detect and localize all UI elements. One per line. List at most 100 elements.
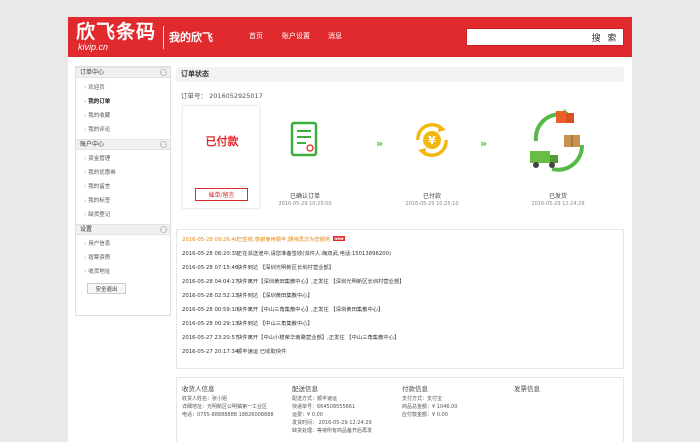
sidebar-group-title[interactable]: 订单中心 ︿ (76, 67, 170, 78)
log-text: 快件离开【中山三角集散中心】,正发往 【深圳黄田集散中心】 (237, 307, 384, 313)
info-line: 配送方式：顺丰速运 (292, 396, 338, 402)
document-icon (290, 121, 318, 157)
log-row: 2016-05-28 07:15:46快件到达 【深圳光明新区长圳村营业部】 (182, 261, 622, 275)
search-box: 搜 索 (466, 28, 624, 46)
nav-account-settings[interactable]: 账户设置 (282, 31, 310, 41)
header-bar: 欣飞条码 kivip.cn 我的欣飞 首页 账户设置 消息 搜 索 (68, 17, 632, 57)
sidebar-item-label: 欢迎页 (88, 85, 105, 91)
nav-home[interactable]: 首页 (249, 31, 263, 41)
chevron-right-icon: › (84, 198, 87, 204)
sidebar-item-messages[interactable]: › 我的留言 (84, 182, 110, 190)
sidebar-item-label: 增票资质 (88, 255, 111, 261)
sidebar-group-label: 设置 (80, 226, 93, 233)
sidebar-item-address[interactable]: › 收货地址 (84, 267, 110, 275)
order-info: 收货人信息 收货人姓名：张小姐 详细地址：光明新区公明镇第一工业区 电话：075… (176, 377, 624, 442)
sidebar-item-stockout[interactable]: › 缺货登记 (84, 210, 110, 218)
logout-button[interactable]: 安全退出 (87, 283, 126, 294)
sidebar-group-label: 账户中心 (80, 141, 105, 148)
sidebar-item-favorites[interactable]: › 我的收藏 (84, 111, 110, 119)
sidebar-item-label: 资金管理 (88, 156, 111, 162)
logo-text: 欣飞条码 (76, 21, 157, 43)
step-shipped: 已发货 2016-05-29 12:24:29 (526, 105, 590, 207)
info-title: 付款信息 (402, 385, 428, 393)
chevron-right-icon: › (84, 170, 87, 176)
sidebar-item-invoice-qualification[interactable]: › 增票资质 (84, 253, 110, 261)
section-title: 订单状态 (176, 67, 624, 82)
log-row: 2016-05-27 23:20:57快件离开【中山小榄荣华南路营业部】,正发往… (182, 331, 622, 345)
log-text: 正在派送途中,请您准备签收(派件人:梅双武,电话:15013896200) (237, 251, 392, 257)
sidebar-item-funds[interactable]: › 资金管理 (84, 154, 110, 162)
sidebar-group-title[interactable]: 设置 ︿ (76, 224, 170, 235)
sidebar-item-tags[interactable]: › 我的标签 (84, 196, 110, 204)
log-text: 快件离开【深圳黄田集散中心】,正发往 【深圳光明新区长圳村营业部】 (237, 279, 405, 285)
step-label: 已付款 (422, 193, 441, 200)
sidebar-item-label: 我的收藏 (88, 113, 111, 119)
log-time: 2016-05-28 08:20:39 (182, 251, 239, 257)
sidebar-item-label: 缺货登记 (88, 212, 111, 218)
shipping-log: 2016-05-28 09:26:40已签收,感谢使用顺丰,期待再次为您服务 ne… (176, 229, 624, 369)
sidebar-item-label: 收货地址 (88, 269, 111, 275)
log-text: 快件到达 【中山三角集散中心】 (237, 321, 313, 327)
header-divider (163, 26, 164, 49)
log-text: 快件离开【中山小榄荣华南路营业部】,正发往 【中山三角集散中心】 (237, 335, 400, 341)
step-time: 2016-05-29 12:24:29 (531, 201, 585, 207)
log-time: 2016-05-28 09:26:40 (182, 237, 239, 243)
info-title: 收货人信息 (182, 385, 215, 393)
log-time: 2016-05-28 00:29:13 (182, 321, 239, 327)
info-line: 详细地址：光明新区公明镇第一工业区 (182, 404, 268, 410)
sidebar-item-reviews[interactable]: › 我的评论 (84, 125, 110, 133)
sidebar-item-my-orders[interactable]: › 我的订单 (84, 97, 110, 105)
log-time: 2016-05-28 04:04:17 (182, 279, 239, 285)
step-time: 2016-05-29 10:25:00 (278, 201, 332, 207)
sidebar-item-user-info[interactable]: › 用户信息 (84, 239, 110, 247)
chevron-double-right-icon: » (376, 137, 383, 150)
info-line: 支付方式：支付宝 (402, 396, 443, 402)
sidebar-item-label: 我的标签 (88, 198, 111, 204)
log-time: 2016-05-27 20:17:34 (182, 349, 239, 355)
chevron-up-icon[interactable]: ︿ (160, 226, 167, 233)
chevron-up-icon[interactable]: ︿ (160, 141, 167, 148)
search-input[interactable] (467, 29, 587, 45)
log-time: 2016-05-28 07:15:46 (182, 265, 239, 271)
sidebar-group-account: 账户中心 ︿ (76, 139, 170, 150)
log-row: 2016-05-27 20:17:34顺丰速运 已收取快件 (182, 345, 622, 359)
log-time: 2016-05-27 23:20:57 (182, 335, 239, 341)
site-logo[interactable]: 欣飞条码 kivip.cn (76, 22, 156, 52)
status-text: 已付款 (205, 135, 239, 148)
info-line: 商品总金额：¥ 1046.00 (402, 404, 458, 410)
info-line: 发货时间： 2016-05-29 12:24:29 (292, 420, 372, 426)
log-text: 快件到达 【深圳黄田集散中心】 (237, 293, 313, 299)
log-row: 2016-05-28 00:29:13快件到达 【中山三角集散中心】 (182, 317, 622, 331)
sidebar-item-label: 我的优惠券 (88, 170, 116, 176)
order-number: 订单号： 2016052925017 (181, 92, 263, 100)
nav-messages[interactable]: 消息 (328, 31, 342, 41)
chevron-up-icon[interactable]: ︿ (160, 69, 167, 76)
yen-payment-icon: ¥ (416, 122, 448, 158)
info-title: 配送信息 (292, 385, 318, 393)
chevron-double-right-icon: » (480, 137, 487, 150)
logo-subtext: kivip.cn (78, 42, 109, 52)
log-row: 2016-05-28 04:04:17快件离开【深圳黄田集散中心】,正发往 【深… (182, 275, 622, 289)
step-label: 已确认订单 (289, 193, 320, 200)
search-button[interactable]: 搜 索 (587, 29, 623, 45)
sidebar: 订单中心 ︿ › 欢迎页 › 我的订单 › 我的收藏 › 我的评论 账户中心 ︿ › 资金管理… (75, 66, 171, 316)
sidebar-group-title[interactable]: 账户中心 ︿ (76, 139, 170, 150)
sidebar-item-welcome[interactable]: › 欢迎页 (84, 83, 105, 91)
log-time: 2016-05-28 02:52:13 (182, 293, 239, 299)
sidebar-item-coupons[interactable]: › 我的优惠券 (84, 168, 116, 176)
remind-message-button[interactable]: 催单/留言 (195, 188, 248, 201)
sidebar-group-settings: 设置 ︿ (76, 224, 170, 235)
log-row: 2016-05-28 00:59:10快件离开【中山三角集散中心】,正发往 【深… (182, 303, 622, 317)
info-line: 运费：¥ 0.00 (292, 412, 323, 418)
step-time: 2016-05-29 10:25:10 (405, 201, 459, 207)
chevron-right-icon: › (84, 255, 87, 261)
sidebar-group-orders: 订单中心 ︿ (76, 67, 170, 78)
info-title: 发票信息 (514, 385, 540, 393)
info-line: 应付款金额：¥ 0.00 (402, 412, 448, 418)
step-confirmed: 已确认订单 2016-05-29 10:25:00 (278, 121, 332, 207)
page-title: 我的欣飞 (169, 31, 213, 44)
sidebar-item-label: 我的评论 (88, 127, 111, 133)
step-paid: ¥ 已付款 2016-05-29 10:25:10 (405, 120, 459, 207)
page-frame: 欣飞条码 kivip.cn 我的欣飞 首页 账户设置 消息 搜 索 订单中心 ︿ … (68, 17, 632, 442)
chevron-right-icon: › (84, 99, 87, 105)
